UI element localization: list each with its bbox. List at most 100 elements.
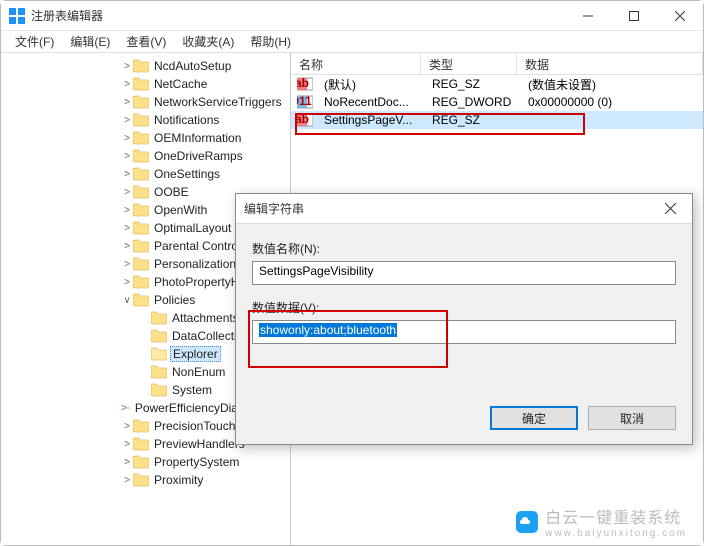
expand-chevron-icon[interactable]: > — [121, 151, 133, 162]
tree-item[interactable]: > NcdAutoSetup — [1, 57, 290, 75]
menu-edit[interactable]: 编辑(E) — [62, 31, 118, 52]
folder-icon — [133, 455, 149, 469]
menu-file[interactable]: 文件(F) — [7, 31, 62, 52]
tree-item-label: System — [170, 383, 214, 397]
tree-item-label: NonEnum — [170, 365, 227, 379]
expand-chevron-icon[interactable]: > — [121, 133, 133, 144]
tree-item-label: PreviewHandlers — [152, 437, 247, 451]
expand-chevron-icon[interactable]: > — [121, 439, 133, 450]
expand-chevron-icon[interactable]: > — [121, 115, 133, 126]
tree-item-label: OptimalLayout — [152, 221, 233, 235]
dialog-title-bar: 编辑字符串 — [236, 194, 692, 224]
menu-favorites[interactable]: 收藏夹(A) — [174, 31, 242, 52]
expand-chevron-icon[interactable]: > — [121, 97, 133, 108]
tree-item-label: Notifications — [152, 113, 221, 127]
expand-chevron-icon[interactable]: > — [121, 61, 133, 72]
reg-binary-icon: 011 — [297, 94, 313, 110]
folder-icon — [151, 383, 167, 397]
expand-chevron-icon[interactable]: > — [121, 169, 133, 180]
dialog-title: 编辑字符串 — [236, 200, 648, 217]
folder-icon — [133, 275, 149, 289]
cell-data: (数值未设置) — [520, 75, 703, 94]
folder-open-icon — [151, 347, 167, 361]
reg-string-icon: ab — [297, 76, 313, 92]
tree-item-label: NetCache — [152, 77, 209, 91]
expand-chevron-icon[interactable]: > — [121, 475, 133, 486]
menu-help[interactable]: 帮助(H) — [242, 31, 299, 52]
close-icon — [665, 203, 676, 214]
cell-data: 0x00000000 (0) — [520, 94, 703, 110]
cloud-icon — [515, 510, 539, 534]
minimize-icon — [583, 11, 593, 21]
folder-icon — [133, 437, 149, 451]
dialog-close-button[interactable] — [648, 201, 692, 217]
tree-item-label: NetworkServiceTriggers — [152, 95, 284, 109]
folder-icon — [133, 203, 149, 217]
svg-text:ab: ab — [297, 112, 309, 126]
tree-item-label: Personalization — [152, 257, 238, 271]
close-icon — [675, 11, 685, 21]
tree-item[interactable]: > NetCache — [1, 75, 290, 93]
tree-item[interactable]: > NetworkServiceTriggers — [1, 93, 290, 111]
menu-bar: 文件(F) 编辑(E) 查看(V) 收藏夹(A) 帮助(H) — [1, 31, 703, 53]
cell-data — [520, 119, 703, 121]
folder-icon — [133, 149, 149, 163]
cell-type: REG_DWORD — [424, 94, 520, 110]
col-type[interactable]: 类型 — [421, 53, 517, 74]
expand-chevron-icon[interactable]: > — [121, 259, 133, 270]
folder-icon — [133, 185, 149, 199]
tree-item-label: NcdAutoSetup — [152, 59, 233, 73]
expand-chevron-icon[interactable]: > — [121, 223, 133, 234]
tree-item-label: OOBE — [152, 185, 191, 199]
title-bar: 注册表编辑器 — [1, 1, 703, 31]
folder-icon — [133, 77, 149, 91]
tree-item[interactable]: > Proximity — [1, 471, 290, 489]
menu-view[interactable]: 查看(V) — [118, 31, 174, 52]
folder-icon — [151, 311, 167, 325]
tree-item[interactable]: > OneSettings — [1, 165, 290, 183]
watermark-text: 白云一键重装系统 — [545, 504, 687, 528]
expand-chevron-icon[interactable]: > — [121, 421, 133, 432]
folder-icon — [133, 59, 149, 73]
window-title: 注册表编辑器 — [31, 7, 565, 24]
maximize-icon — [629, 11, 639, 21]
list-row[interactable]: ab SettingsPageV...REG_SZ — [291, 111, 703, 129]
expand-chevron-icon[interactable]: > — [121, 79, 133, 90]
list-row[interactable]: ab (默认)REG_SZ(数值未设置) — [291, 75, 703, 93]
maximize-button[interactable] — [611, 1, 657, 31]
tree-item[interactable]: > OneDriveRamps — [1, 147, 290, 165]
ok-button[interactable]: 确定 — [490, 406, 578, 430]
cell-name: NoRecentDoc... — [316, 94, 424, 110]
tree-item[interactable]: > PropertySystem — [1, 453, 290, 471]
expand-chevron-icon[interactable]: > — [121, 187, 133, 198]
value-data-field[interactable]: showonly:about;bluetooth — [252, 320, 676, 344]
cell-type: REG_SZ — [424, 76, 520, 92]
list-row[interactable]: 011 NoRecentDoc...REG_DWORD0x00000000 (0… — [291, 93, 703, 111]
col-name[interactable]: 名称 — [291, 53, 421, 74]
tree-item-label: OEMInformation — [152, 131, 243, 145]
tree-item[interactable]: > Notifications — [1, 111, 290, 129]
svg-text:ab: ab — [297, 76, 309, 90]
folder-icon — [151, 365, 167, 379]
watermark: 白云一键重装系统 www.baiyunxitong.com — [515, 504, 687, 539]
close-button[interactable] — [657, 1, 703, 31]
col-data[interactable]: 数据 — [517, 53, 703, 74]
expand-chevron-icon[interactable]: > — [121, 457, 133, 468]
value-name-label: 数值名称(N): — [252, 240, 676, 257]
svg-text:011: 011 — [297, 94, 312, 108]
tree-item-label: OneDriveRamps — [152, 149, 245, 163]
folder-icon — [133, 131, 149, 145]
tree-item[interactable]: > OEMInformation — [1, 129, 290, 147]
expand-chevron-icon[interactable]: > — [121, 205, 133, 216]
folder-icon — [133, 113, 149, 127]
folder-icon — [133, 95, 149, 109]
folder-icon — [133, 221, 149, 235]
minimize-button[interactable] — [565, 1, 611, 31]
expand-chevron-icon[interactable]: > — [121, 277, 133, 288]
folder-icon — [133, 473, 149, 487]
value-name-field[interactable]: SettingsPageVisibility — [252, 261, 676, 285]
cancel-button[interactable]: 取消 — [588, 406, 676, 430]
folder-icon — [133, 293, 149, 307]
expand-chevron-icon[interactable]: > — [121, 241, 133, 252]
expand-chevron-icon[interactable]: ∨ — [121, 295, 133, 306]
